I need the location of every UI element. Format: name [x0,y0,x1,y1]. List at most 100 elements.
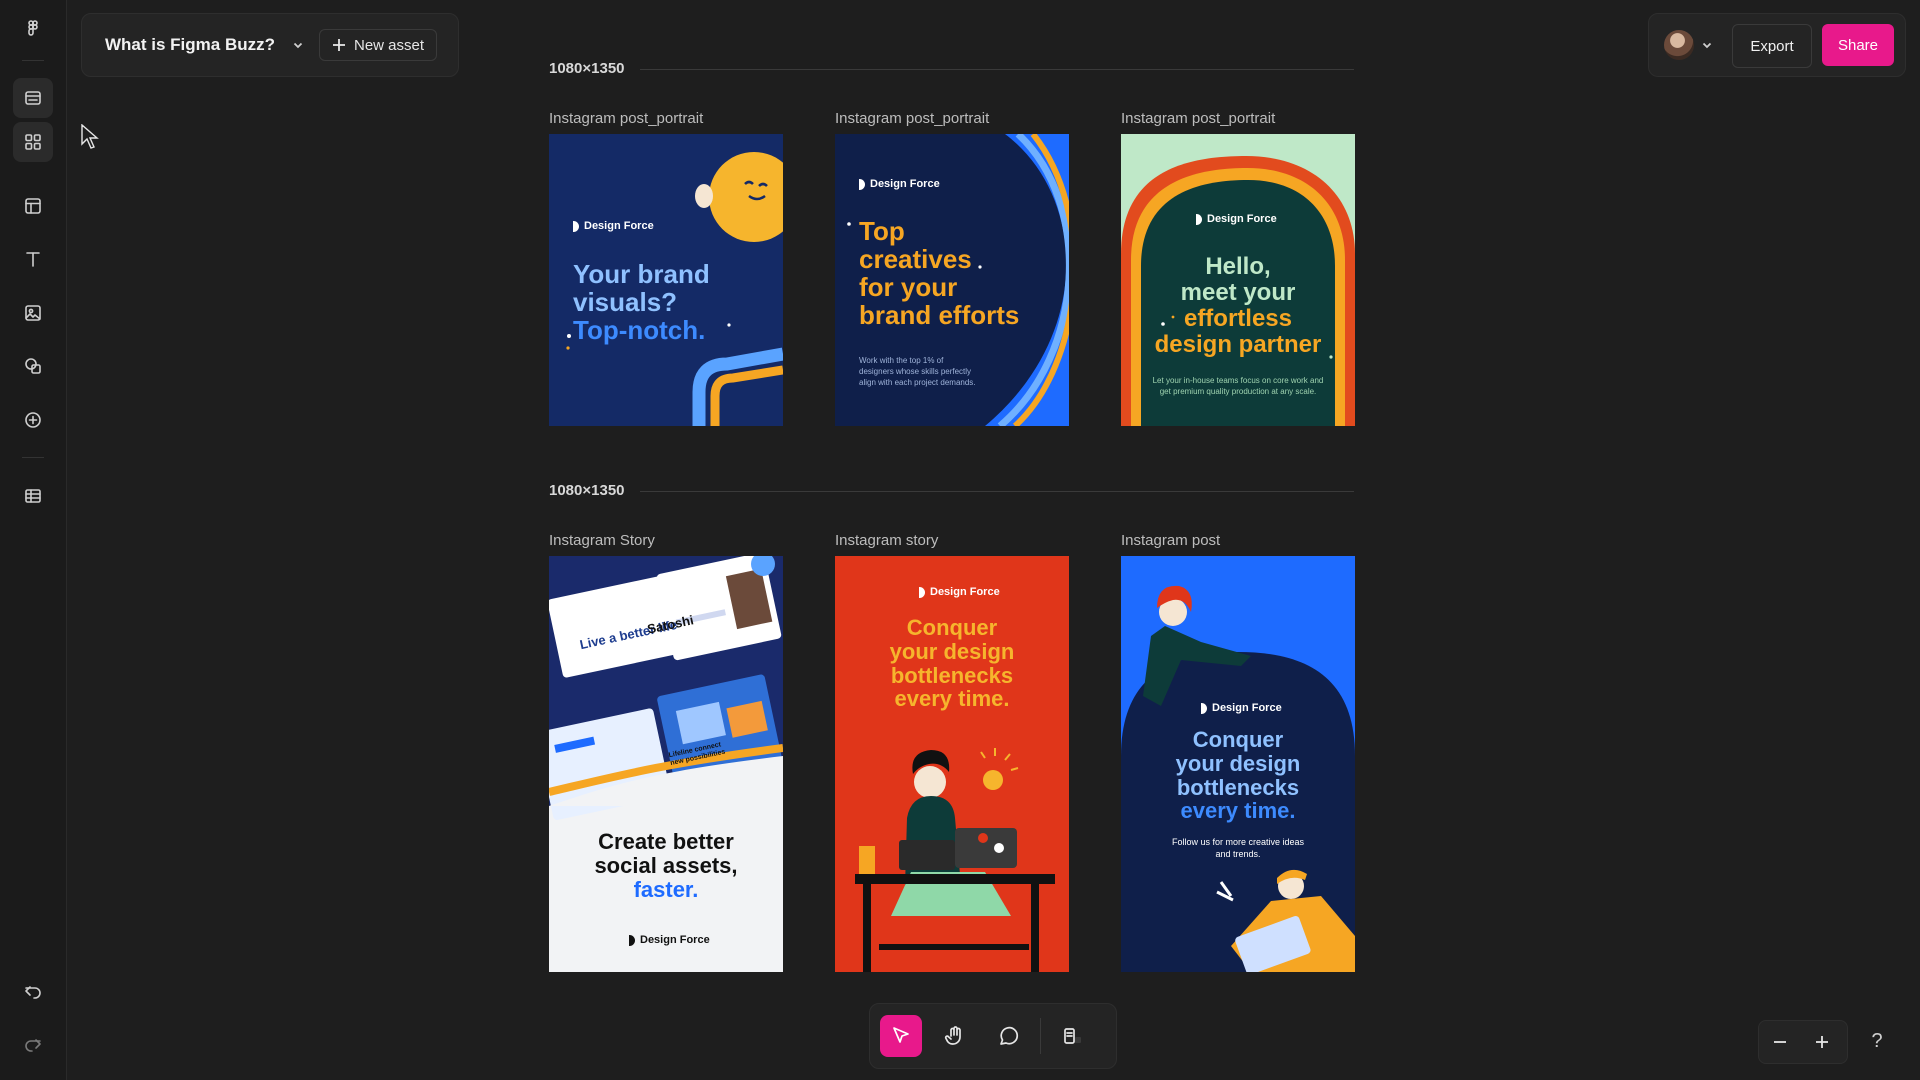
headline-line: bottlenecks [890,662,1014,688]
plus-circle-icon[interactable] [13,400,53,440]
brand-logo: Design Force [1196,213,1277,225]
layout-template-icon[interactable] [13,186,53,226]
image-icon[interactable] [13,293,53,333]
shapes-icon[interactable] [13,346,53,386]
zoom-in-icon[interactable] [1806,1026,1838,1058]
headline-line: every time. [894,686,1010,712]
select-arrow-icon[interactable] [880,1015,922,1057]
section-label: 1080×1350 [549,482,625,499]
card-label: Instagram story [835,532,939,549]
brand-logo: Design Force [859,178,940,190]
brand-mark-icon [1201,702,1207,714]
card-subtext: Follow us for more creative ideas and tr… [1171,837,1305,860]
brand-logo: Design Force [919,586,1000,598]
brand-mark-icon [919,586,925,598]
card-label: Instagram post_portrait [1121,110,1276,127]
asset-card-design-partner[interactable]: Design Force Hello, meet your effortless… [1121,134,1355,426]
toolbar-divider [1040,1018,1041,1054]
avatar[interactable] [1664,30,1694,60]
headline-line: effortless [1183,304,1293,332]
chevron-down-icon[interactable] [291,38,305,52]
headline-line: meet your [1180,278,1296,306]
headline-line: Hello, [1205,253,1271,280]
brand-name: Design Force [930,586,1000,598]
chevron-down-icon[interactable] [1701,38,1713,50]
new-asset-label: New asset [354,36,425,54]
card-headline: Create better social assets, faster. [549,830,783,901]
plus-icon [333,39,345,51]
headline-line: Conquer [906,615,998,640]
zoom-out-icon[interactable] [1764,1026,1796,1058]
brand-mark-icon [859,178,865,190]
asset-card-conquer-blue[interactable]: Design Force Conquer your design bottlen… [1121,556,1355,972]
brand-name: Design Force [1212,702,1282,714]
headline-line: your design [1175,750,1301,776]
headline-line: your design [889,638,1015,664]
export-button[interactable]: Export [1732,24,1812,68]
card-headline: Your brand visuals? Top-notch. [573,260,710,344]
toolbar-divider [22,60,44,61]
asset-card-conquer-red[interactable]: Design Force Conquer your design bottlen… [835,556,1069,972]
headline-line: every time. [1180,798,1296,824]
bottom-toolbar [869,1003,1117,1069]
card-headline: Conquer your design bottlenecks every ti… [835,616,1069,711]
card-subtext: Let your in-house teams focus on core wo… [1152,376,1324,396]
hand-icon[interactable] [934,1015,976,1057]
asset-card-brand-visuals[interactable]: Design Force Your brand visuals? Top-not… [549,134,783,426]
section-label: 1080×1350 [549,60,625,77]
headline-line: visuals? [573,287,678,318]
brand-name: Design Force [1207,213,1277,225]
headline-line: bottlenecks [1176,774,1300,800]
headline-line: for your [859,272,958,303]
card-headline: Conquer your design bottlenecks every ti… [1121,728,1355,823]
headline-line: Top-notch. [573,315,706,346]
headline-line: Conquer [1192,727,1284,752]
headline-line: creatives [859,244,972,275]
redo-icon[interactable] [13,1024,53,1064]
asset-card-story-collage[interactable]: Live a better life Satoshi Lifeline conn… [549,556,783,972]
widget-icon[interactable] [1052,1015,1094,1057]
file-title[interactable]: What is Figma Buzz? [105,35,275,55]
brand-name: Design Force [640,934,710,946]
toolbar-divider [22,457,44,458]
brand-mark-icon [1196,213,1202,225]
headline-line: Create better [598,829,734,854]
layers-icon[interactable] [13,78,53,118]
new-asset-button[interactable]: New asset [319,29,438,61]
headline-line: brand efforts [859,300,1020,331]
undo-icon[interactable] [13,971,53,1011]
headline-line: faster. [633,876,699,902]
share-button[interactable]: Share [1822,24,1894,66]
left-toolbar [0,0,67,1080]
figma-logo-icon[interactable] [13,9,53,49]
card-label: Instagram post_portrait [835,110,990,127]
card-headline: Top creatives for your brand efforts [859,217,1019,329]
card-headline: Hello, meet your effortless design partn… [1121,254,1355,358]
assets-grid-icon[interactable] [13,122,53,162]
headline-line: design partner [1154,330,1322,358]
card-subtext: Work with the top 1% of designers whose … [859,356,976,387]
brand-name: Design Force [870,178,940,190]
headline-line: social assets, [594,852,738,878]
brand-logo: Design Force [1201,702,1282,714]
brand-mark-icon [573,220,579,232]
help-icon[interactable]: ? [1862,1026,1892,1056]
file-panel: What is Figma Buzz? New asset [81,13,459,77]
brand-mark-icon [629,934,635,946]
brand-logo: Design Force [629,934,710,946]
mouse-cursor-icon [81,124,99,149]
headline-line: Top [859,216,905,246]
comment-icon[interactable] [988,1015,1030,1057]
zoom-controls [1758,1020,1848,1064]
card-label: Instagram post_portrait [549,110,704,127]
brand-name: Design Force [584,220,654,232]
table-icon[interactable] [13,476,53,516]
headline-line: Your brand [573,259,710,289]
section-divider [640,491,1354,492]
card-label: Instagram post [1121,532,1221,549]
card-label: Instagram Story [549,532,655,549]
text-icon[interactable] [13,239,53,279]
section-divider [640,69,1354,70]
brand-logo: Design Force [573,220,654,232]
asset-card-top-creatives[interactable]: Design Force Top creatives for your bran… [835,134,1069,426]
